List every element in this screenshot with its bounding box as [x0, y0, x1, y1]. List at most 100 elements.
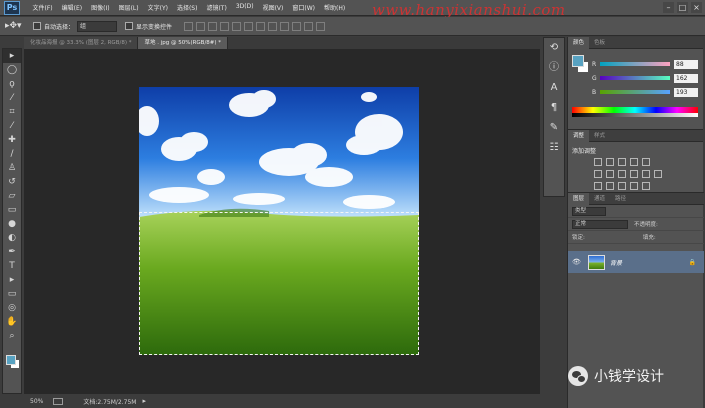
timeline-icon[interactable] [53, 397, 64, 405]
color-lookup-icon[interactable] [654, 170, 662, 178]
layer-kind-filter[interactable]: 类型 [572, 206, 606, 216]
layer-background[interactable]: 👁 背景 🔒 [568, 251, 704, 273]
paragraph-panel-icon[interactable]: ¶ [544, 98, 564, 118]
3d-tool-icon[interactable]: ◎ [3, 301, 21, 315]
quick-select-tool-icon[interactable]: ⁄ [3, 91, 21, 105]
align-bottom-icon[interactable] [208, 21, 218, 31]
character-panel-icon[interactable]: A [544, 78, 564, 98]
posterize-icon[interactable] [606, 182, 614, 190]
red-slider[interactable] [600, 62, 670, 66]
tab-adjustments[interactable]: 调整 [568, 129, 590, 142]
grassland-image[interactable] [139, 87, 419, 355]
marquee-tool-icon[interactable]: ◯ [3, 63, 21, 77]
levels-icon[interactable] [606, 158, 614, 166]
menu-window[interactable]: 窗口(W) [288, 3, 320, 12]
status-menu-arrow-icon[interactable]: ▸ [142, 397, 146, 405]
green-slider[interactable] [600, 76, 670, 80]
zoom-tool-icon[interactable]: ⌕ [3, 329, 21, 343]
menu-layer[interactable]: 图层(L) [114, 3, 143, 12]
maximize-icon[interactable]: □ [677, 2, 688, 13]
menu-filter[interactable]: 滤镜(T) [202, 3, 231, 12]
color-panel-fg-swatch[interactable] [572, 55, 584, 67]
menu-view[interactable]: 视图(V) [258, 3, 288, 12]
vibrance-icon[interactable] [642, 158, 650, 166]
channel-mixer-icon[interactable] [642, 170, 650, 178]
info-panel-icon[interactable]: ⓘ [544, 58, 564, 78]
auto-select-dropdown[interactable]: 组 [77, 20, 118, 32]
distribute-left-icon[interactable] [292, 21, 302, 31]
foreground-color-swatch[interactable] [6, 355, 16, 365]
blend-mode-dropdown[interactable]: 正常 [572, 219, 628, 229]
type-tool-icon[interactable]: T [3, 259, 21, 273]
red-value[interactable]: 88 [674, 59, 698, 69]
align-left-icon[interactable] [220, 21, 230, 31]
properties-panel-icon[interactable]: ☷ [544, 138, 564, 158]
path-select-tool-icon[interactable]: ▸ [3, 273, 21, 287]
show-transform-checkbox[interactable] [125, 22, 134, 30]
exposure-icon[interactable] [630, 158, 638, 166]
tab-grassland[interactable]: 草地 . jpg @ 50%(RGB/8#) * [138, 37, 229, 49]
align-right-icon[interactable] [244, 21, 254, 31]
move-tool-icon[interactable]: ▸ [3, 49, 21, 63]
blue-value[interactable]: 193 [674, 87, 698, 97]
pen-tool-icon[interactable]: ✒ [3, 245, 21, 259]
tab-styles[interactable]: 样式 [589, 130, 610, 142]
menu-select[interactable]: 选择(S) [172, 3, 202, 12]
history-panel-icon[interactable]: ⟲ [544, 38, 564, 58]
tab-swatches[interactable]: 色板 [589, 37, 610, 49]
close-icon[interactable]: × [691, 2, 702, 13]
brush-panel-icon[interactable]: ✎ [544, 118, 564, 138]
distribute-right-icon[interactable] [316, 21, 326, 31]
gradient-tool-icon[interactable]: ▭ [3, 203, 21, 217]
lasso-tool-icon[interactable]: ϙ [3, 77, 21, 91]
zoom-level[interactable]: 50% [30, 398, 43, 405]
eyedropper-tool-icon[interactable]: ⁄ [3, 119, 21, 133]
clone-stamp-tool-icon[interactable]: ♙ [3, 161, 21, 175]
blur-tool-icon[interactable]: ● [3, 217, 21, 231]
menu-type[interactable]: 文字(Y) [143, 3, 172, 12]
align-top-icon[interactable] [184, 21, 194, 31]
move-tool-preset-icon[interactable]: ▸✥▾ [5, 19, 25, 33]
color-balance-icon[interactable] [606, 170, 614, 178]
brightness-icon[interactable] [594, 158, 602, 166]
crop-tool-icon[interactable]: ⌗ [3, 105, 21, 119]
tab-channels[interactable]: 通道 [589, 193, 610, 205]
eraser-tool-icon[interactable]: ▱ [3, 189, 21, 203]
tab-layers[interactable]: 图层 [568, 192, 590, 205]
menu-file[interactable]: 文件(F) [28, 3, 57, 12]
hand-tool-icon[interactable]: ✋ [3, 315, 21, 329]
auto-select-checkbox[interactable] [33, 22, 41, 30]
minimize-icon[interactable]: – [663, 2, 674, 13]
eye-icon[interactable]: 👁 [572, 258, 582, 266]
menu-edit[interactable]: 编辑(E) [57, 3, 86, 12]
align-middle-icon[interactable] [196, 21, 206, 31]
distribute-bottom-icon[interactable] [280, 21, 290, 31]
green-value[interactable]: 162 [674, 73, 698, 83]
hue-saturation-icon[interactable] [594, 170, 602, 178]
shape-tool-icon[interactable]: ▭ [3, 287, 21, 301]
tab-paths[interactable]: 路径 [610, 193, 631, 205]
menu-image[interactable]: 图像(I) [87, 3, 114, 12]
photo-filter-icon[interactable] [630, 170, 638, 178]
distribute-middle-icon[interactable] [268, 21, 278, 31]
threshold-icon[interactable] [618, 182, 626, 190]
gradient-map-icon[interactable] [630, 182, 638, 190]
selective-color-icon[interactable] [642, 182, 650, 190]
tab-color[interactable]: 颜色 [568, 36, 590, 49]
blue-slider[interactable] [600, 90, 670, 94]
curves-icon[interactable] [618, 158, 626, 166]
color-spectrum-bar[interactable] [572, 107, 698, 117]
healing-brush-tool-icon[interactable]: ✚ [3, 133, 21, 147]
distribute-center-icon[interactable] [304, 21, 314, 31]
align-center-icon[interactable] [232, 21, 242, 31]
distribute-top-icon[interactable] [256, 21, 266, 31]
tab-cosmetics-poster[interactable]: 化妆品海报 @ 33.3% (图层 2, RGB/8) * [24, 37, 139, 49]
menu-3d[interactable]: 3D(D) [231, 3, 258, 12]
history-brush-tool-icon[interactable]: ↺ [3, 175, 21, 189]
invert-icon[interactable] [594, 182, 602, 190]
canvas-area[interactable] [24, 49, 540, 394]
brush-tool-icon[interactable]: / [3, 147, 21, 161]
menu-help[interactable]: 帮助(H) [320, 3, 350, 12]
dodge-tool-icon[interactable]: ◐ [3, 231, 21, 245]
black-white-icon[interactable] [618, 170, 626, 178]
